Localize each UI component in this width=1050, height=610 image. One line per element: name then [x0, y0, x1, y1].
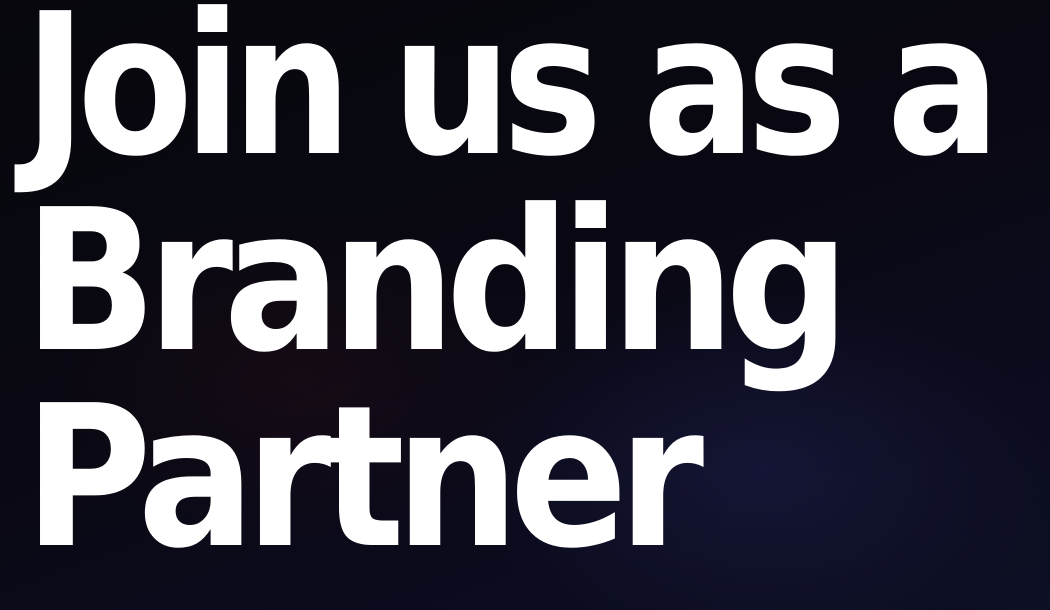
headline-line-1: Join us as a: [24, 0, 1000, 200]
headline-line-3: Partner: [24, 364, 704, 592]
hero-headline: Join us as a Branding Partner: [24, 0, 1050, 576]
headline-line-2: Branding: [24, 168, 850, 396]
hero-banner: Join us as a Branding Partner: [0, 0, 1050, 610]
